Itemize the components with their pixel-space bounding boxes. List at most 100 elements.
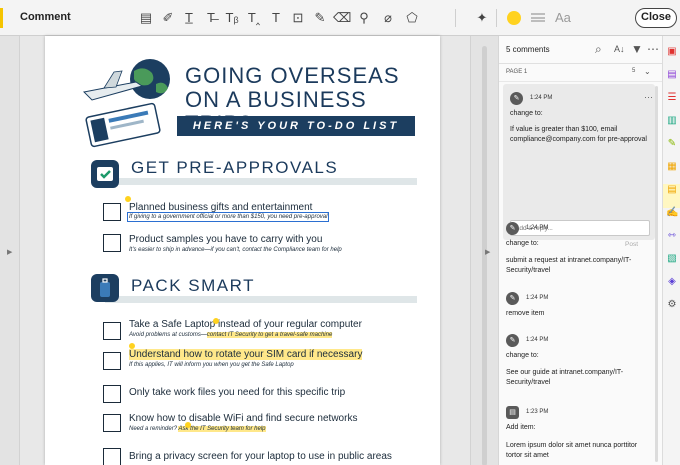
comments-count: 5 comments — [506, 45, 550, 54]
checkbox[interactable] — [103, 448, 121, 465]
comment-icon[interactable]: ▤ — [666, 184, 678, 196]
comment-marker[interactable] — [125, 196, 131, 202]
comment-text: See our guide at intranet.company/IT-Sec… — [506, 369, 624, 386]
comment-card-selected[interactable]: ✎ 1:24 PM ⋯ change to: If value is great… — [503, 84, 655, 248]
filter-icon[interactable]: ▼ — [631, 42, 643, 56]
highlight-pen-icon[interactable]: ✐ — [159, 9, 177, 27]
comment-toolbar: Comment ▤ ✐ T̲ T̶ Tᵦ T‸ T ⊡ ✎ ⌫ ⚲ ⌀ ⬠ ✦ Aa Close — [0, 0, 680, 36]
shapes-icon[interactable]: ⬠ — [403, 9, 421, 27]
send-review-icon[interactable]: ▧ — [666, 253, 678, 265]
page-label: PAGE 1 — [506, 69, 528, 75]
page-group-header[interactable]: PAGE 1 5 ⌄ — [499, 64, 663, 82]
comment-text: submit a request at intranet.company/IT-… — [506, 257, 632, 274]
pencil-icon[interactable]: ✎ — [311, 9, 329, 27]
strikethrough-text-icon[interactable]: T̶ — [202, 9, 220, 27]
scan-icon[interactable]: ▦ — [666, 161, 678, 173]
list-item: Take a Safe Laptop instead of your regul… — [129, 319, 362, 330]
close-button[interactable]: Close — [635, 8, 677, 28]
expand-right-panel-icon[interactable]: ▶ — [485, 248, 490, 256]
more-tools-icon[interactable]: ⚙ — [666, 299, 678, 311]
list-item-note: If giving to a government official or mo… — [126, 212, 330, 222]
export-pdf-icon[interactable]: ▣ — [666, 46, 678, 58]
sort-icon[interactable]: A↓ — [614, 44, 625, 54]
toolbar-divider — [455, 9, 456, 27]
more-options-icon[interactable]: ⋯ — [647, 42, 659, 56]
font-settings-button[interactable]: Aa — [555, 10, 571, 25]
create-pdf-icon[interactable]: ▤ — [666, 69, 678, 81]
comments-panel: 5 comments ⌕ A↓ ▼ ⋯ PAGE 1 5 ⌄ ✎ 1:24 PM… — [498, 36, 663, 465]
comment-time: 1:24 PM — [526, 295, 549, 301]
search-icon[interactable]: ⌕ — [595, 42, 602, 57]
comment-text: Lorem ipsum dolor sit amet nunca porttit… — [506, 442, 638, 459]
luggage-icon — [91, 274, 119, 302]
expand-left-panel-icon[interactable]: ▶ — [7, 248, 12, 256]
edit-pdf-icon[interactable]: ✎ — [666, 138, 678, 150]
list-item: Only take work files you need for this s… — [129, 387, 346, 398]
list-item-note: If this applies, IT will inform you when… — [129, 362, 294, 368]
combine-files-icon[interactable]: ▥ — [666, 115, 678, 127]
list-item: Product samples you have to carry with y… — [129, 234, 323, 245]
list-item-note: It's easier to ship in advance—if you ca… — [129, 247, 342, 253]
section-underline — [105, 296, 417, 303]
comments-scrollbar[interactable] — [655, 86, 658, 462]
chevron-down-icon[interactable]: ⌄ — [644, 67, 651, 76]
toolbar-divider — [496, 9, 497, 27]
comment-marker[interactable] — [213, 318, 219, 324]
toolbar-title: Comment — [20, 11, 71, 23]
eraser-icon[interactable]: ⌫ — [333, 9, 351, 27]
checkbox[interactable] — [103, 414, 121, 432]
comment-label: change to: — [506, 240, 539, 247]
pencil-avatar-icon: ✎ — [506, 292, 519, 305]
underline-text-icon[interactable]: T̲ — [180, 9, 198, 27]
text-box-icon[interactable]: ⊡ — [289, 9, 307, 27]
comment-text: If value is greater than $100, email com… — [510, 126, 647, 143]
checkbox[interactable] — [103, 352, 121, 370]
document-title-line1: GOING OVERSEAS — [185, 63, 400, 88]
list-item: Understand how to rotate your SIM card i… — [129, 349, 363, 360]
comment-label: Add item: — [506, 424, 536, 431]
section-title-pre-approvals: GET PRE-APPROVALS — [131, 158, 339, 177]
checklist-icon — [91, 160, 119, 188]
list-item-note: Avoid problems at customs—contact IT Sec… — [129, 332, 333, 338]
checkbox[interactable] — [103, 234, 121, 252]
list-item: Know how to disable WiFi and find secure… — [129, 413, 358, 424]
protect-icon[interactable]: ◈ — [666, 276, 678, 288]
page-comment-count: 5 — [632, 68, 636, 74]
travel-illustration — [82, 59, 170, 148]
comment-time: 1:24 PM — [530, 95, 553, 101]
organize-pages-icon[interactable]: ☰ — [666, 92, 678, 104]
comment-time: 1:23 PM — [526, 409, 549, 415]
list-item: Bring a privacy screen for your laptop t… — [129, 451, 392, 462]
comment-time: 1:24 PM — [526, 337, 549, 343]
measure-icon[interactable]: ⇿ — [666, 230, 678, 242]
color-picker-swatch[interactable] — [507, 11, 521, 25]
list-item: Planned business gifts and entertainment — [129, 202, 313, 213]
acrobat-comment-window: Comment ▤ ✐ T̲ T̶ Tᵦ T‸ T ⊡ ✎ ⌫ ⚲ ⌀ ⬠ ✦ Aa Close ▶ GO… — [0, 0, 680, 465]
checkbox[interactable] — [103, 322, 121, 340]
comment-more-icon[interactable]: ⋯ — [644, 92, 653, 103]
comment-label: change to: — [506, 352, 539, 359]
left-panel-toggle-strip[interactable]: ▶ — [0, 36, 20, 465]
pdf-page: GOING OVERSEAS ON A BUSINESS TRIP? HERE'… — [45, 36, 440, 465]
replace-text-icon[interactable]: Tᵦ — [223, 9, 241, 27]
tools-rail: ▣ ▤ ☰ ▥ ✎ ▦ ▤ ✍ ⇿ ▧ ◈ ⚙ — [662, 36, 680, 465]
checkbox[interactable] — [103, 385, 121, 403]
attach-icon[interactable]: ⌀ — [379, 9, 397, 27]
fill-sign-icon[interactable]: ✍ — [666, 207, 678, 219]
sticky-note-icon[interactable]: ▤ — [137, 9, 155, 27]
section-underline — [105, 178, 417, 185]
comment-marker[interactable] — [129, 343, 135, 349]
stamp-icon[interactable]: ⚲ — [355, 9, 373, 27]
pin-icon[interactable]: ✦ — [473, 9, 491, 27]
comment-time: 1:24 PM — [526, 225, 549, 231]
insert-text-icon[interactable]: T‸ — [245, 9, 263, 27]
pencil-avatar-icon: ✎ — [510, 92, 523, 105]
add-text-icon[interactable]: T — [267, 9, 285, 27]
comment-avatar-icon: ▤ — [506, 406, 519, 419]
comment-label: change to: — [510, 110, 543, 117]
checkbox[interactable] — [103, 203, 121, 221]
document-scrollbar[interactable]: ▶ — [470, 36, 498, 465]
comment-marker[interactable] — [185, 422, 191, 428]
line-weight-icon[interactable] — [531, 13, 545, 22]
pencil-avatar-icon: ✎ — [506, 222, 519, 235]
